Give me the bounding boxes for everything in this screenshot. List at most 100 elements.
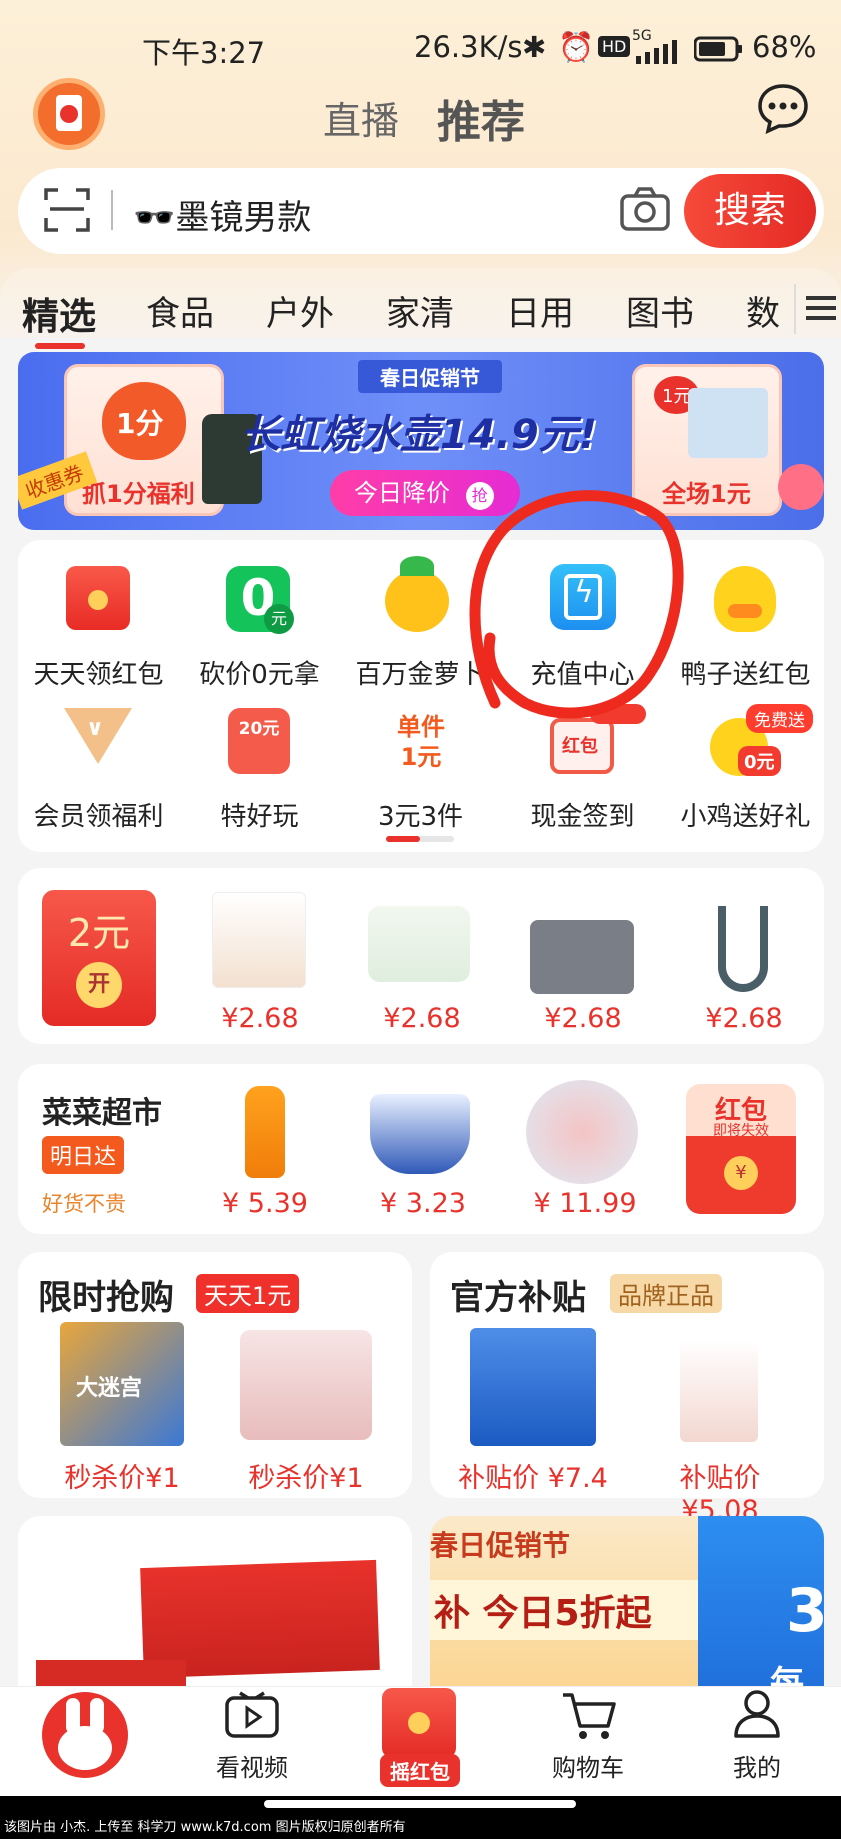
- deal-product-tissue-1[interactable]: [212, 892, 306, 988]
- bottom-promo-headline: 补 今日5折起: [430, 1580, 700, 1640]
- quick-icon-duck[interactable]: [714, 566, 776, 632]
- subsidy-product-soap[interactable]: [680, 1340, 758, 1442]
- quick-icon-single-item[interactable]: 单件 1元: [386, 712, 456, 772]
- supermarket-product-soda[interactable]: [245, 1086, 285, 1178]
- nav-home-mascot-icon[interactable]: [42, 1692, 128, 1778]
- category-tab-6[interactable]: 数: [746, 286, 780, 335]
- camera-icon[interactable]: [620, 186, 670, 232]
- quick-icon-fun[interactable]: 20元: [228, 708, 290, 774]
- quick-icon-red-packet[interactable]: [66, 566, 130, 630]
- quick-icon-carrot[interactable]: [385, 570, 449, 632]
- deal-redpacket-open-button[interactable]: 开: [76, 962, 122, 1008]
- flash-product-earphones[interactable]: [240, 1330, 372, 1440]
- menu-icon[interactable]: [806, 290, 836, 326]
- bottom-promo-tag: 春日促销节: [430, 1529, 571, 1562]
- category-tab-1[interactable]: 食品: [146, 286, 214, 335]
- alarm-icon: ⏰: [558, 30, 595, 64]
- profile-icon[interactable]: [732, 1688, 782, 1740]
- flash-product-text: 大迷宫: [76, 1376, 143, 1401]
- video-icon[interactable]: [224, 1690, 280, 1740]
- message-icon[interactable]: [757, 82, 809, 134]
- watermark-text: 该图片由 小杰. 上传至 科学刀 www.k7d.com 图片版权归原创者所有: [4, 1820, 406, 1835]
- quick-label-1[interactable]: 砍价0元拿: [177, 654, 342, 691]
- bargain-badge: 元: [264, 604, 294, 634]
- subsidy-tag: 品牌正品: [610, 1274, 722, 1313]
- supermarket-redpacket-sub: 即将失效: [713, 1123, 769, 1139]
- deal-product-hook[interactable]: [718, 906, 768, 992]
- highlight-circle-annotation: [469, 490, 684, 719]
- deal-product-tissue-2[interactable]: [368, 906, 470, 982]
- supermarket-title[interactable]: 菜菜超市: [42, 1088, 162, 1132]
- status-bar: 下午3:27 26.3K/s ✱ ⏰ HD 5G 68%: [0, 0, 841, 96]
- deal-redpacket-amount: 2元: [67, 911, 131, 955]
- banner-tissue-icon: [688, 388, 768, 458]
- supermarket-price-0: ¥ 5.39: [222, 1188, 308, 1219]
- supermarket-product-pillow[interactable]: [526, 1080, 638, 1184]
- quick-label-6[interactable]: 特好玩: [177, 796, 342, 833]
- banner-sub-button-label: 今日降价: [354, 479, 450, 507]
- tab-live[interactable]: 直播: [323, 90, 399, 145]
- quick-label-9[interactable]: 小鸡送好礼: [663, 796, 828, 833]
- shake-redpacket-seal-icon: [408, 1712, 430, 1734]
- nav-mine[interactable]: 我的: [697, 1748, 817, 1783]
- logo-seal-icon: [60, 105, 78, 123]
- search-button[interactable]: 搜索: [684, 174, 816, 248]
- banner-headline: 长虹烧水壶14.9元!: [240, 412, 597, 458]
- tab-recommend[interactable]: 推荐: [437, 86, 525, 150]
- supermarket-price-1: ¥ 3.23: [380, 1188, 466, 1219]
- app-logo[interactable]: [33, 78, 105, 150]
- search-divider: [111, 190, 113, 230]
- flash-tag: 天天1元: [196, 1274, 300, 1313]
- banner-tag: 春日促销节: [358, 360, 502, 393]
- banner-coin-label: 1分: [116, 407, 164, 440]
- supermarket-redpacket[interactable]: 红包 即将失效 ¥: [686, 1084, 796, 1214]
- category-tab-3[interactable]: 家清: [386, 286, 454, 335]
- nav-cart[interactable]: 购物车: [528, 1748, 648, 1783]
- battery-icon: [694, 36, 742, 62]
- quick-label-7[interactable]: 3元3件: [338, 796, 503, 833]
- hd-icon: HD: [598, 36, 631, 57]
- shake-redpacket-icon[interactable]: [382, 1688, 456, 1758]
- member-chevron-icon: ∨: [86, 716, 104, 741]
- deal-price-1: ¥2.68: [383, 1003, 461, 1034]
- fun-badge: 20元: [238, 719, 280, 739]
- category-tab-2[interactable]: 户外: [266, 286, 334, 335]
- bottom-promo-right-text: 3: [786, 1576, 824, 1646]
- quick-label-0[interactable]: 天天领红包: [16, 654, 181, 691]
- supermarket-tag: 明日达: [42, 1136, 125, 1174]
- deal-price-2: ¥2.68: [544, 1003, 622, 1034]
- banner-flower-icon: [778, 464, 824, 510]
- quick-label-8[interactable]: 现金签到: [500, 796, 665, 833]
- quick-label-4[interactable]: 鸭子送红包: [663, 654, 828, 691]
- carrot-leaves-icon: [400, 556, 434, 576]
- bluetooth-icon: ✱: [522, 30, 547, 64]
- home-indicator[interactable]: [264, 1800, 576, 1808]
- supermarket-product-yogurt[interactable]: [370, 1094, 470, 1174]
- scan-icon[interactable]: [44, 186, 90, 232]
- battery-percent: 68%: [752, 30, 817, 64]
- supermarket-price-2: ¥ 11.99: [533, 1188, 637, 1219]
- flash-price-0: 秒杀价¥1: [64, 1463, 180, 1494]
- nav-shake[interactable]: 摇红包: [380, 1754, 460, 1787]
- subsidy-title: 官方补贴: [450, 1278, 586, 1318]
- deal-price-0: ¥2.68: [221, 1003, 299, 1034]
- category-tab-4[interactable]: 日用: [506, 286, 574, 335]
- search-input[interactable]: 🕶️墨镜男款: [133, 190, 311, 239]
- nav-video[interactable]: 看视频: [192, 1748, 312, 1783]
- quick-label-5[interactable]: 会员领福利: [16, 796, 181, 833]
- category-tab-5[interactable]: 图书: [626, 286, 694, 335]
- chick-free-badge: 免费送: [746, 704, 813, 733]
- supermarket-redpacket-coin-icon: ¥: [724, 1156, 758, 1190]
- category-tab-0[interactable]: 精选: [22, 286, 96, 340]
- network-speed: 26.3K/s: [414, 30, 523, 64]
- deal-redpacket[interactable]: 2元 开: [42, 890, 156, 1026]
- cash-signin-badge: 红包: [562, 736, 598, 757]
- subsidy-product-tissues[interactable]: [470, 1328, 596, 1446]
- cart-icon[interactable]: [560, 1690, 618, 1742]
- flash-product-book[interactable]: 大迷宫: [60, 1322, 184, 1446]
- category-menu-divider: [794, 284, 796, 334]
- flash-price-1: 秒杀价¥1: [248, 1463, 364, 1494]
- promo-banner[interactable]: 1分 抓1分福利 收惠券 春日促销节 长虹烧水壶14.9元! 今日降价 抢 1元…: [18, 352, 824, 530]
- deal-product-towels[interactable]: [530, 920, 634, 994]
- deal-price-3: ¥2.68: [705, 1003, 783, 1034]
